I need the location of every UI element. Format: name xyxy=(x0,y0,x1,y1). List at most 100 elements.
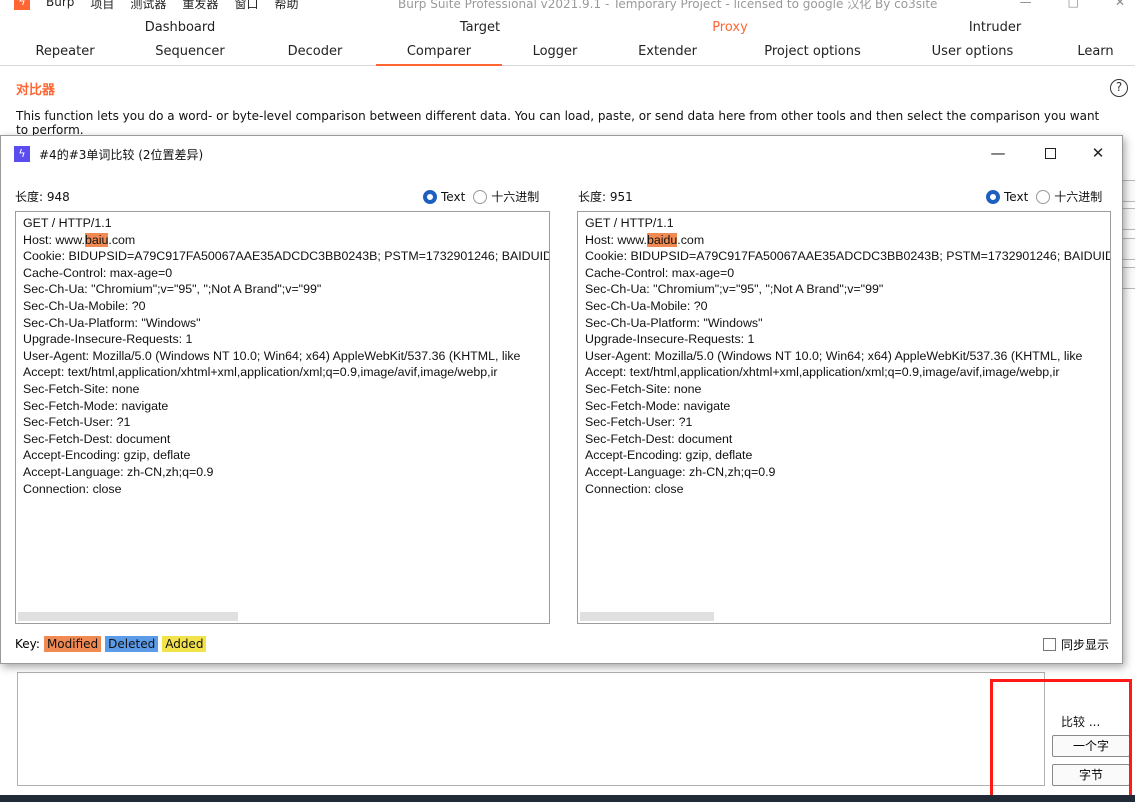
left-text-pane[interactable]: GET / HTTP/1.1 Host: www.baiu.com Cookie: … xyxy=(15,211,550,624)
menu-repeater[interactable]: 重发器 xyxy=(182,0,218,12)
right-pane-header: 长度: 951 Text 十六进制 xyxy=(578,188,1113,206)
right-text-lines: GET / HTTP/1.1 Host: www.baidu.com Cookie:… xyxy=(585,215,1111,497)
right-text-line: Sec-Ch-Ua: "Chromium";v="95", ";Not A Br… xyxy=(585,282,884,297)
left-text-line: Host: www.baiu.com xyxy=(23,232,136,247)
left-pane-header: 长度: 948 Text 十六进制 xyxy=(15,188,550,206)
key-deleted-badge: Deleted xyxy=(105,636,159,652)
right-text-line: Sec-Fetch-Dest: document xyxy=(585,431,733,446)
close-icon[interactable]: ✕ xyxy=(1115,0,1125,9)
compare-bytes-button[interactable]: 字节 xyxy=(1052,764,1130,786)
right-text-line: Accept: text/html,application/xhtml+xml,… xyxy=(585,365,1060,380)
tab-intruder[interactable]: Intruder xyxy=(935,17,1055,39)
compare-words-button[interactable]: 一个字 xyxy=(1052,735,1130,757)
tab-comparer[interactable]: Comparer xyxy=(376,40,502,66)
dialog-title-bar: ϟ #4的#3单词比较 (2位置差异) — ✕ xyxy=(1,136,1122,172)
right-hex-radio-label: 十六进制 xyxy=(1054,190,1103,204)
menu-bar: Burp 项目 测试器 重发器 窗口 帮助 xyxy=(46,0,298,12)
key-modified-badge: Modified xyxy=(43,636,102,652)
left-text-line: GET / HTTP/1.1 xyxy=(23,216,112,230)
menu-intruder[interactable]: 测试器 xyxy=(130,0,166,12)
left-text-radio[interactable] xyxy=(423,189,437,204)
tab-project-options[interactable]: Project options xyxy=(750,40,875,64)
right-text-line: Sec-Ch-Ua-Mobile: ?0 xyxy=(585,298,708,313)
left-text-line: Cookie: BIDUPSID=A79C917FA50067AAE35ADCD… xyxy=(23,249,550,264)
dialog-title: #4的#3单词比较 (2位置差异) xyxy=(39,148,204,162)
menu-help[interactable]: 帮助 xyxy=(274,0,298,12)
sync-view-checkbox[interactable] xyxy=(1043,638,1056,651)
left-hex-radio-label: 十六进制 xyxy=(491,190,540,204)
left-text-line: Connection: close xyxy=(23,481,122,496)
key-added-badge: Added xyxy=(162,636,207,652)
tab-proxy[interactable]: Proxy xyxy=(670,17,790,39)
left-length-label: 长度: 948 xyxy=(15,190,70,204)
minimize-icon[interactable]: — xyxy=(1020,0,1032,9)
tool-tabs-row-2: Repeater Sequencer Decoder Comparer Logg… xyxy=(0,40,1135,66)
sync-view-toggle[interactable]: 同步显示 xyxy=(1043,636,1109,653)
right-hex-radio[interactable] xyxy=(1036,189,1051,204)
close-icon[interactable]: ✕ xyxy=(1086,142,1110,164)
right-text-line: GET / HTTP/1.1 xyxy=(585,216,674,230)
right-text-radio[interactable] xyxy=(986,189,1000,204)
compare-label: 比较 ... xyxy=(1061,715,1101,729)
left-text-line: Sec-Fetch-User: ?1 xyxy=(23,415,131,430)
right-text-line: User-Agent: Mozilla/5.0 (Windows NT 10.0… xyxy=(585,348,1083,363)
left-text-lines: GET / HTTP/1.1 Host: www.baiu.com Cookie: … xyxy=(23,215,550,497)
right-text-line: Sec-Fetch-Mode: navigate xyxy=(585,398,731,413)
right-text-line: Cache-Control: max-age=0 xyxy=(585,265,735,280)
left-text-line: Cache-Control: max-age=0 xyxy=(23,265,173,280)
left-text-line: Upgrade-Insecure-Requests: 1 xyxy=(23,332,193,347)
tab-sequencer[interactable]: Sequencer xyxy=(145,40,235,64)
tab-user-options[interactable]: User options xyxy=(915,40,1030,64)
right-text-line: Accept-Encoding: gzip, deflate xyxy=(585,448,753,463)
taskbar xyxy=(0,795,1135,802)
comparer-items-table[interactable] xyxy=(17,672,1045,786)
right-text-line: Host: www.baidu.com xyxy=(585,232,705,247)
right-text-line: Cookie: BIDUPSID=A79C917FA50067AAE35ADCD… xyxy=(585,249,1111,264)
left-text-line: Sec-Ch-Ua-Platform: "Windows" xyxy=(23,315,201,330)
menu-project[interactable]: 项目 xyxy=(90,0,114,12)
left-modified-word: baiu xyxy=(84,232,109,247)
right-text-pane[interactable]: GET / HTTP/1.1 Host: www.baidu.com Cookie:… xyxy=(577,211,1111,624)
burp-logo-icon: ϟ xyxy=(14,0,30,10)
right-text-line: Sec-Fetch-User: ?1 xyxy=(585,415,693,430)
diff-key-legend: Key: Modified Deleted Added xyxy=(15,636,207,652)
right-modified-word: baidu xyxy=(646,232,678,247)
right-horizontal-scrollbar[interactable] xyxy=(580,612,714,621)
left-text-line: Accept-Language: zh-CN,zh;q=0.9 xyxy=(23,464,214,479)
page-title: 对比器 xyxy=(16,83,56,98)
tab-repeater[interactable]: Repeater xyxy=(25,40,105,64)
tab-dashboard[interactable]: Dashboard xyxy=(120,17,240,39)
left-view-mode: Text 十六进制 xyxy=(423,188,543,205)
right-text-line: Sec-Fetch-Site: none xyxy=(585,381,702,396)
left-text-line: Accept: text/html,application/xhtml+xml,… xyxy=(23,365,498,380)
maximize-icon[interactable]: □ xyxy=(1068,0,1079,9)
left-text-line: Sec-Ch-Ua: "Chromium";v="95", ";Not A Br… xyxy=(23,282,322,297)
title-bar: ϟ Burp 项目 测试器 重发器 窗口 帮助 Burp Suite Profe… xyxy=(0,0,1135,14)
left-text-line: Sec-Fetch-Dest: document xyxy=(23,431,171,446)
tab-decoder[interactable]: Decoder xyxy=(275,40,355,64)
tab-extender[interactable]: Extender xyxy=(625,40,710,64)
left-hex-radio[interactable] xyxy=(473,189,488,204)
left-text-radio-label: Text xyxy=(441,189,466,204)
left-horizontal-scrollbar[interactable] xyxy=(18,612,238,621)
sync-view-label: 同步显示 xyxy=(1061,638,1110,652)
right-length-label: 长度: 951 xyxy=(578,190,633,204)
menu-window[interactable]: 窗口 xyxy=(234,0,258,12)
left-text-line: Sec-Fetch-Mode: navigate xyxy=(23,398,169,413)
tab-learn[interactable]: Learn xyxy=(1068,40,1123,64)
maximize-icon[interactable] xyxy=(1038,142,1062,164)
right-text-line: Sec-Ch-Ua-Platform: "Windows" xyxy=(585,315,763,330)
word-compare-dialog: ϟ #4的#3单词比较 (2位置差异) — ✕ 长度: 948 Text 十六进… xyxy=(0,135,1123,664)
window-controls: — □ ✕ xyxy=(1020,0,1125,9)
window-title: Burp Suite Professional v2021.9.1 - Temp… xyxy=(398,0,938,11)
tab-target[interactable]: Target xyxy=(420,17,540,39)
tab-logger[interactable]: Logger xyxy=(520,40,590,64)
help-icon[interactable]: ? xyxy=(1110,79,1128,97)
comparer-description: This function lets you do a word- or byt… xyxy=(16,109,1100,135)
burp-logo-icon: ϟ xyxy=(14,146,30,162)
menu-burp[interactable]: Burp xyxy=(46,0,74,12)
tool-tabs-row-1: Dashboard Target Proxy Intruder xyxy=(0,17,1135,39)
left-text-line: Sec-Ch-Ua-Mobile: ?0 xyxy=(23,298,146,313)
left-text-line: Accept-Encoding: gzip, deflate xyxy=(23,448,191,463)
minimize-icon[interactable]: — xyxy=(986,142,1010,164)
